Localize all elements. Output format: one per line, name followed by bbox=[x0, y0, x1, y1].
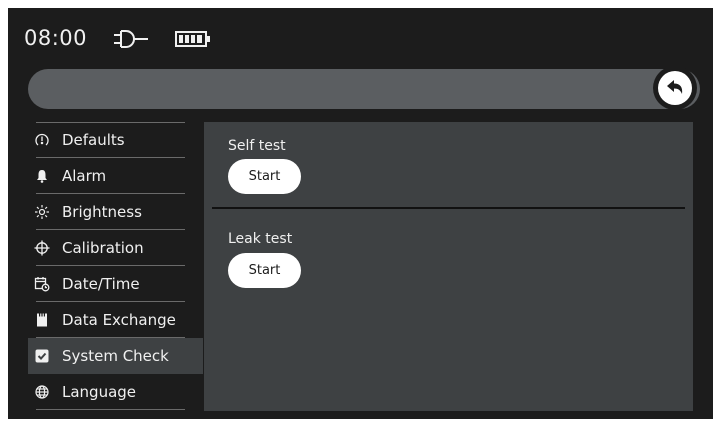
calendar-clock-icon bbox=[34, 276, 50, 292]
undo-arrow-icon bbox=[667, 80, 683, 94]
leak-test-title: Leak test bbox=[228, 231, 293, 247]
menu-item-language[interactable]: Language bbox=[28, 374, 203, 410]
back-button[interactable] bbox=[658, 71, 692, 105]
leak-test-start-button[interactable]: Start bbox=[228, 253, 301, 288]
checkbox-icon bbox=[34, 348, 50, 364]
globe-icon bbox=[34, 384, 50, 400]
menu-item-label: System Check bbox=[62, 346, 169, 365]
menu-item-label: Alarm bbox=[62, 166, 107, 185]
battery-icon bbox=[175, 31, 210, 47]
menu-item-data-exchange[interactable]: Data Exchange bbox=[28, 302, 203, 338]
system-check-panel: Self test Start Leak test Start bbox=[204, 122, 693, 411]
menu-item-label: Brightness bbox=[62, 202, 142, 221]
status-bar: 08:00 bbox=[8, 8, 713, 66]
title-bar bbox=[28, 69, 700, 109]
section-divider bbox=[212, 207, 685, 209]
menu-item-label: Defaults bbox=[62, 130, 125, 149]
menu-item-label: Data Exchange bbox=[62, 310, 176, 329]
menu-item-label: Calibration bbox=[62, 238, 144, 257]
bell-icon bbox=[34, 168, 50, 184]
menu-item-label: Language bbox=[62, 382, 137, 401]
plug-icon bbox=[114, 30, 148, 48]
menu-item-label: Date/Time bbox=[62, 274, 140, 293]
self-test-title: Self test bbox=[228, 138, 286, 154]
sun-icon bbox=[34, 204, 50, 220]
menu-item-date-time[interactable]: Date/Time bbox=[28, 266, 203, 302]
clock: 08:00 bbox=[24, 26, 88, 50]
self-test-start-button[interactable]: Start bbox=[228, 159, 301, 194]
crosshair-icon bbox=[34, 240, 50, 256]
menu-item-defaults[interactable]: Defaults bbox=[28, 122, 203, 158]
defaults-icon bbox=[34, 132, 50, 148]
menu-item-calibration[interactable]: Calibration bbox=[28, 230, 203, 266]
menu-item-system-check[interactable]: System Check bbox=[28, 338, 203, 374]
sd-card-icon bbox=[34, 312, 50, 328]
device-screen: 08:00 Defaults Alarm Brightness Calibrat… bbox=[8, 8, 713, 419]
menu-item-brightness[interactable]: Brightness bbox=[28, 194, 203, 230]
menu-item-alarm[interactable]: Alarm bbox=[28, 158, 203, 194]
settings-menu: Defaults Alarm Brightness Calibration Da… bbox=[28, 122, 203, 410]
